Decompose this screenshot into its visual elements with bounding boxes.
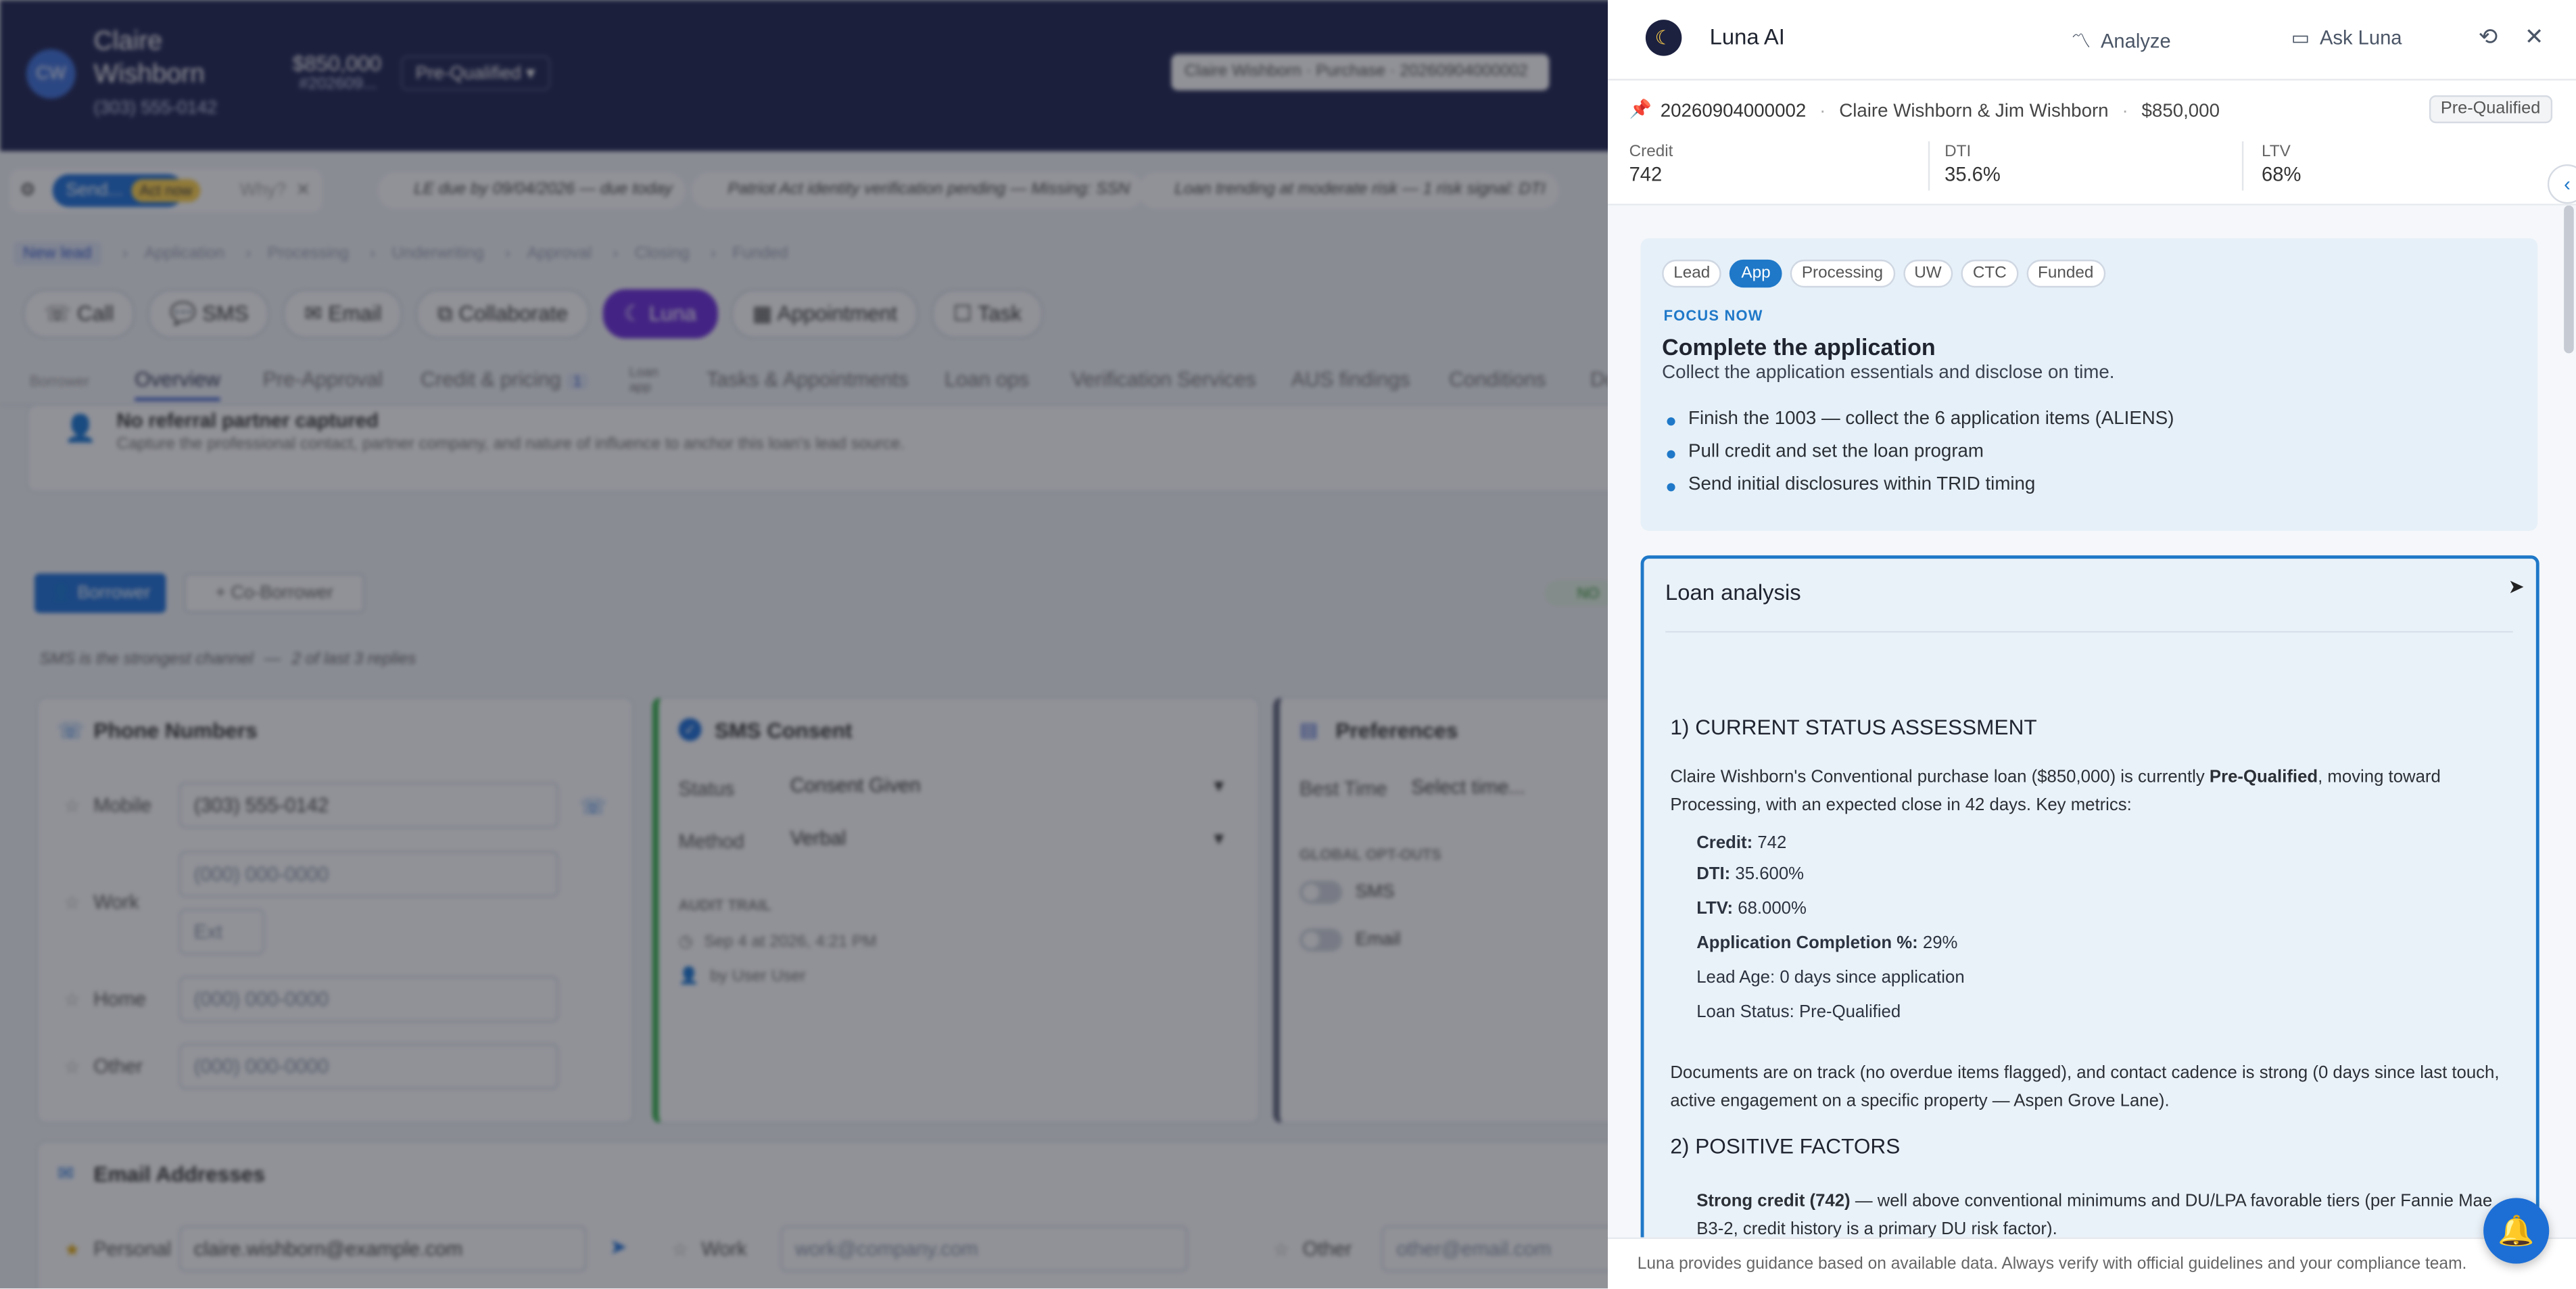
metric-credit: Credit 742 bbox=[1629, 143, 1673, 186]
stage-chip-processing[interactable]: Processing bbox=[1790, 259, 1895, 288]
status-badge: Pre-Qualified bbox=[2429, 95, 2552, 124]
focus-item: Pull credit and set the loan program bbox=[1662, 442, 2516, 462]
analysis-metric: Lead Age: 0 days since application bbox=[1696, 968, 1965, 988]
loan-analysis-card: Loan analysis 1) CURRENT STATUS ASSESSME… bbox=[1640, 555, 2539, 1238]
analysis-positive: Strong credit (742) — well above convent… bbox=[1696, 1191, 2493, 1238]
analysis-metric: Credit: 742 bbox=[1696, 833, 1787, 853]
metric-dti: DTI 35.6% bbox=[1945, 143, 2001, 186]
loan-summary: 📌 20260904000002 · Claire Wishborn & Jim… bbox=[1608, 79, 2576, 206]
panel-title: Luna AI bbox=[1709, 24, 1785, 49]
analysis-heading-2: 2) POSITIVE FACTORS bbox=[1670, 1133, 1901, 1159]
metric-ltv: LTV 68% bbox=[2262, 143, 2301, 186]
scrollbar[interactable] bbox=[2564, 205, 2574, 354]
focus-list: Finish the 1003 — collect the 6 applicat… bbox=[1662, 409, 2516, 508]
analysis-metric: LTV: 68.000% bbox=[1696, 899, 1807, 919]
pin-icon[interactable]: 📌 bbox=[1629, 99, 1652, 120]
stage-chip-lead[interactable]: Lead bbox=[1662, 259, 1722, 288]
panel-body[interactable]: Lead App Processing UW CTC Funded FOCUS NOW C… bbox=[1608, 205, 2576, 1238]
focus-item: Send initial disclosures within TRID tim… bbox=[1662, 475, 2516, 494]
analyze-icon: 〽 bbox=[2071, 29, 2091, 53]
analysis-title: Loan analysis bbox=[1665, 580, 1801, 605]
analyze-button[interactable]: 〽 Analyze bbox=[2071, 26, 2171, 54]
analysis-metric: DTI: 35.600% bbox=[1696, 864, 1805, 885]
chat-icon: ▭ bbox=[2291, 26, 2310, 49]
stage-chip-ctc[interactable]: CTC bbox=[1961, 259, 2018, 288]
analysis-metric: Loan Status: Pre-Qualified bbox=[1696, 1002, 1901, 1023]
luna-moon-icon: ☾ bbox=[1645, 20, 1682, 56]
cursor-icon: ➤ bbox=[2508, 575, 2525, 599]
focus-item: Finish the 1003 — collect the 6 applicat… bbox=[1662, 409, 2516, 429]
analysis-docs: Documents are on track (no overdue items… bbox=[1670, 1063, 2500, 1111]
stage-chip-uw[interactable]: UW bbox=[1903, 259, 1953, 288]
stage-chips: Lead App Processing UW CTC Funded bbox=[1662, 259, 2113, 288]
focus-card: Lead App Processing UW CTC Funded FOCUS NOW C… bbox=[1640, 238, 2538, 531]
stage-chip-funded[interactable]: Funded bbox=[2026, 259, 2105, 288]
panel-header: ☾ Luna AI 〽 Analyze ▭ Ask Luna ⟲ ✕ bbox=[1608, 0, 2576, 81]
history-icon[interactable]: ⟲ bbox=[2479, 23, 2498, 51]
panel-footer: Luna provides guidance based on availabl… bbox=[1608, 1237, 2576, 1289]
focus-label: FOCUS NOW bbox=[1663, 307, 1763, 324]
analysis-heading-1: 1) CURRENT STATUS ASSESSMENT bbox=[1670, 714, 2037, 740]
loan-number: 20260904000002 bbox=[1660, 101, 1807, 122]
stage-chip-app[interactable]: App bbox=[1730, 259, 1782, 288]
loan-amount: $850,000 bbox=[2141, 101, 2220, 122]
notification-bell-button[interactable]: 🔔 bbox=[2483, 1198, 2550, 1264]
ask-luna-button[interactable]: ▭ Ask Luna bbox=[2291, 26, 2402, 49]
borrower-names: Claire Wishborn & Jim Wishborn bbox=[1839, 101, 2109, 122]
analysis-intro: Claire Wishborn's Conventional purchase … bbox=[1670, 767, 2441, 816]
footer-disclaimer: Luna provides guidance based on availabl… bbox=[1637, 1255, 2467, 1274]
focus-desc: Collect the application essentials and d… bbox=[1662, 362, 2115, 383]
close-icon[interactable]: ✕ bbox=[2525, 23, 2544, 51]
analysis-metric: Application Completion %: 29% bbox=[1696, 933, 1958, 954]
analysis-metrics: Credit: 742 DTI: 35.600% LTV: 68.000% Ap… bbox=[1670, 833, 2491, 1037]
luna-ai-panel: ☾ Luna AI 〽 Analyze ▭ Ask Luna ⟲ ✕ 📌 20260… bbox=[1608, 0, 2576, 1289]
focus-title: Complete the application bbox=[1662, 333, 1936, 360]
